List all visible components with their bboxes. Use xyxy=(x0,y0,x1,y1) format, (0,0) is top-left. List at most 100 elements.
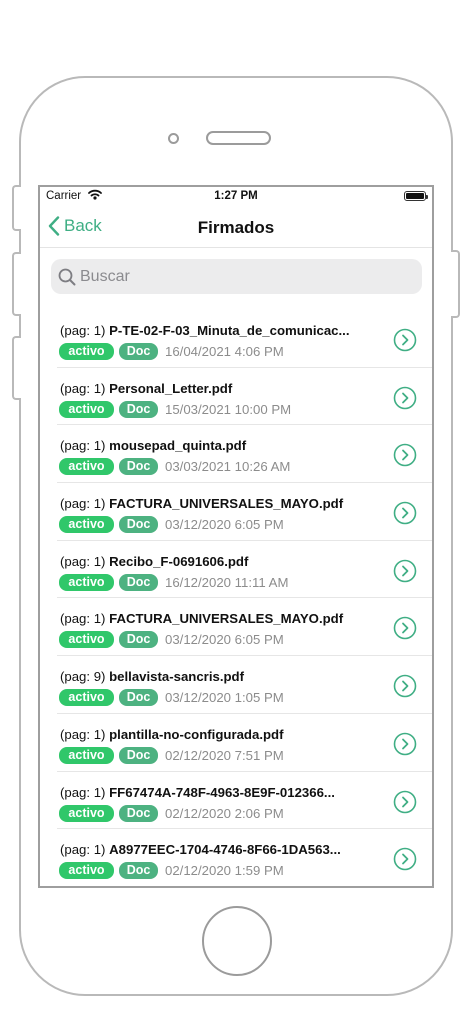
type-badge: Doc xyxy=(119,516,158,534)
page-count: (pag: 1) xyxy=(60,842,106,858)
document-date: 03/12/2020 6:05 PM xyxy=(165,632,284,648)
volume-down-button xyxy=(12,336,21,400)
status-badge: activo xyxy=(59,631,114,649)
chevron-circle-right-icon[interactable] xyxy=(393,328,417,352)
page-count: (pag: 1) xyxy=(60,784,106,800)
page-count: (pag: 9) xyxy=(60,669,106,685)
earpiece-speaker xyxy=(206,131,271,145)
list-item[interactable]: (pag: 1) Personal_Letter.pdfactivo Doc 15/… xyxy=(57,368,432,426)
status-bar: Carrier 1:27 PM xyxy=(40,187,432,208)
mute-switch xyxy=(12,185,21,231)
status-time: 1:27 PM xyxy=(214,190,258,202)
document-title: (pag: 1) mousepad_quinta.pdf xyxy=(60,438,372,453)
search-input[interactable] xyxy=(80,267,380,286)
document-date: 15/03/2021 10:00 PM xyxy=(165,401,292,417)
type-badge: Doc xyxy=(119,573,158,591)
home-button[interactable] xyxy=(202,906,272,976)
chevron-circle-right-icon[interactable] xyxy=(393,674,417,698)
file-name: FACTURA_UNIVERSALES_MAYO.pdf xyxy=(109,611,344,627)
chevron-circle-right-icon[interactable] xyxy=(393,616,417,640)
list-item[interactable]: (pag: 1) plantilla-no-configurada.pdf act… xyxy=(57,714,432,772)
chevron-circle-right-icon[interactable] xyxy=(393,386,417,410)
page-count: (pag: 1) xyxy=(60,438,106,454)
document-date: 02/12/2020 2:06 PM xyxy=(165,805,284,821)
status-badge: activo xyxy=(59,689,114,707)
status-badge: activo xyxy=(59,573,114,591)
document-meta: activo Doc 03/12/2020 6:05 PM xyxy=(59,516,284,534)
document-meta: activo Doc 16/04/2021 4:06 PM xyxy=(59,343,284,360)
list-item[interactable]: (pag: 1) mousepad_quinta.pdf activo Doc 03/… xyxy=(57,425,432,484)
file-name: mousepad_quinta.pdf xyxy=(109,438,247,454)
document-title: (pag: 1) Recibo_F-0691606.pdf xyxy=(60,554,372,569)
type-badge: Doc xyxy=(119,746,158,764)
status-badge: activo xyxy=(59,400,114,418)
document-title: (pag: 1) FACTURA_UNIVERSALES_MAYO.pdf xyxy=(60,496,372,511)
search-icon xyxy=(58,268,76,285)
document-meta: activo Doc 02/12/2020 7:51 PM xyxy=(59,746,284,764)
list-item[interactable]: (pag: 9) bellavista-sancris.pdf activo Doc… xyxy=(57,656,432,714)
page-count: (pag: 1) xyxy=(60,496,106,512)
page-count: (pag: 1) xyxy=(60,611,106,627)
volume-up-button xyxy=(12,252,21,316)
page-title: Firmados xyxy=(197,218,275,237)
document-title: (pag: 1) A8977EEC-1704-4746-8F66-1DA563.… xyxy=(60,842,372,857)
page-count: (pag: 1) xyxy=(60,323,106,338)
status-badge: activo xyxy=(59,862,114,880)
chevron-circle-right-icon[interactable] xyxy=(393,732,417,756)
document-title: (pag: 1) Personal_Letter.pdf xyxy=(60,381,372,396)
chevron-circle-right-icon[interactable] xyxy=(393,847,417,871)
list-item[interactable]: (pag: 1) P-TE-02-F-03_Minuta_de_comunica… xyxy=(57,310,432,368)
document-title: (pag: 1) FACTURA_UNIVERSALES_MAYO.pdf xyxy=(60,611,372,626)
document-date: 02/12/2020 1:59 PM xyxy=(165,863,284,879)
document-title: (pag: 1) P-TE-02-F-03_Minuta_de_comunica… xyxy=(60,323,372,338)
search-field[interactable] xyxy=(51,259,422,294)
document-title: (pag: 1) plantilla-no-configurada.pdf xyxy=(60,727,372,742)
chevron-circle-right-icon[interactable] xyxy=(393,790,417,814)
document-date: 02/12/2020 7:51 PM xyxy=(165,747,284,763)
screen: Carrier 1:27 PM Back Firmados Buscar (pa… xyxy=(38,185,434,888)
list-item[interactable]: (pag: 1) FF67474A-748F-4963-8E9F-012366.… xyxy=(57,772,432,830)
chevron-circle-right-icon[interactable] xyxy=(393,559,417,583)
search-bar xyxy=(40,248,432,303)
type-badge: Doc xyxy=(119,400,158,418)
list-item[interactable]: (pag: 1) Recibo_F-0691606.pdfactivo Doc 16… xyxy=(57,541,432,599)
status-badge: activo xyxy=(59,458,114,476)
chevron-circle-right-icon[interactable] xyxy=(393,501,417,525)
file-name: Recibo_F-0691606.pdf xyxy=(109,553,249,569)
document-title: (pag: 1) FF67474A-748F-4963-8E9F-012366.… xyxy=(60,785,372,800)
type-badge: Doc xyxy=(119,862,158,880)
document-meta: activo Doc 02/12/2020 2:06 PM xyxy=(59,804,284,822)
list-item[interactable]: (pag: 1) A8977EEC-1704-4746-8F66-1DA563.… xyxy=(57,829,432,886)
status-badge: activo xyxy=(59,343,114,360)
document-meta: activo Doc 02/12/2020 1:59 PM xyxy=(59,862,284,880)
type-badge: Doc xyxy=(119,631,158,649)
navigation-bar: Back Firmados xyxy=(40,208,432,248)
document-meta: activo Doc 03/03/2021 10:26 AM xyxy=(59,458,291,476)
file-name: FACTURA_UNIVERSALES_MAYO.pdf xyxy=(109,496,344,512)
front-camera xyxy=(168,133,179,144)
file-name: Personal_Letter.pdf xyxy=(109,380,233,396)
document-date: 16/12/2020 11:11 AM xyxy=(165,574,289,590)
document-meta: activo Doc 03/12/2020 6:05 PM xyxy=(59,631,284,649)
list-item[interactable]: (pag: 1) FACTURA_UNIVERSALES_MAYO.pdfact… xyxy=(57,483,432,541)
status-badge: activo xyxy=(59,516,114,534)
file-name: plantilla-no-configurada.pdf xyxy=(109,726,284,742)
document-date: 03/12/2020 6:05 PM xyxy=(165,517,284,533)
page-count: (pag: 1) xyxy=(60,553,106,569)
file-name: P-TE-02-F-03_Minuta_de_comunicac... xyxy=(109,323,350,338)
file-name: bellavista-sancris.pdf xyxy=(109,669,244,685)
document-meta: activo Doc 03/12/2020 1:05 PM xyxy=(59,689,284,707)
documents-list: (pag: 1) P-TE-02-F-03_Minuta_de_comunica… xyxy=(40,310,432,886)
document-date: 03/03/2021 10:26 AM xyxy=(165,459,291,475)
battery-icon xyxy=(404,191,428,201)
type-badge: Doc xyxy=(119,343,158,360)
chevron-circle-right-icon[interactable] xyxy=(393,443,417,467)
power-button xyxy=(451,250,460,318)
status-badge: activo xyxy=(59,804,114,822)
page-count: (pag: 1) xyxy=(60,380,106,396)
file-name: A8977EEC-1704-4746-8F66-1DA563... xyxy=(109,842,341,858)
file-name: FF67474A-748F-4963-8E9F-012366... xyxy=(109,784,335,800)
type-badge: Doc xyxy=(119,804,158,822)
list-item[interactable]: (pag: 1) FACTURA_UNIVERSALES_MAYO.pdfact… xyxy=(57,598,432,657)
document-meta: activo Doc 16/12/2020 11:11 AM xyxy=(59,573,289,591)
